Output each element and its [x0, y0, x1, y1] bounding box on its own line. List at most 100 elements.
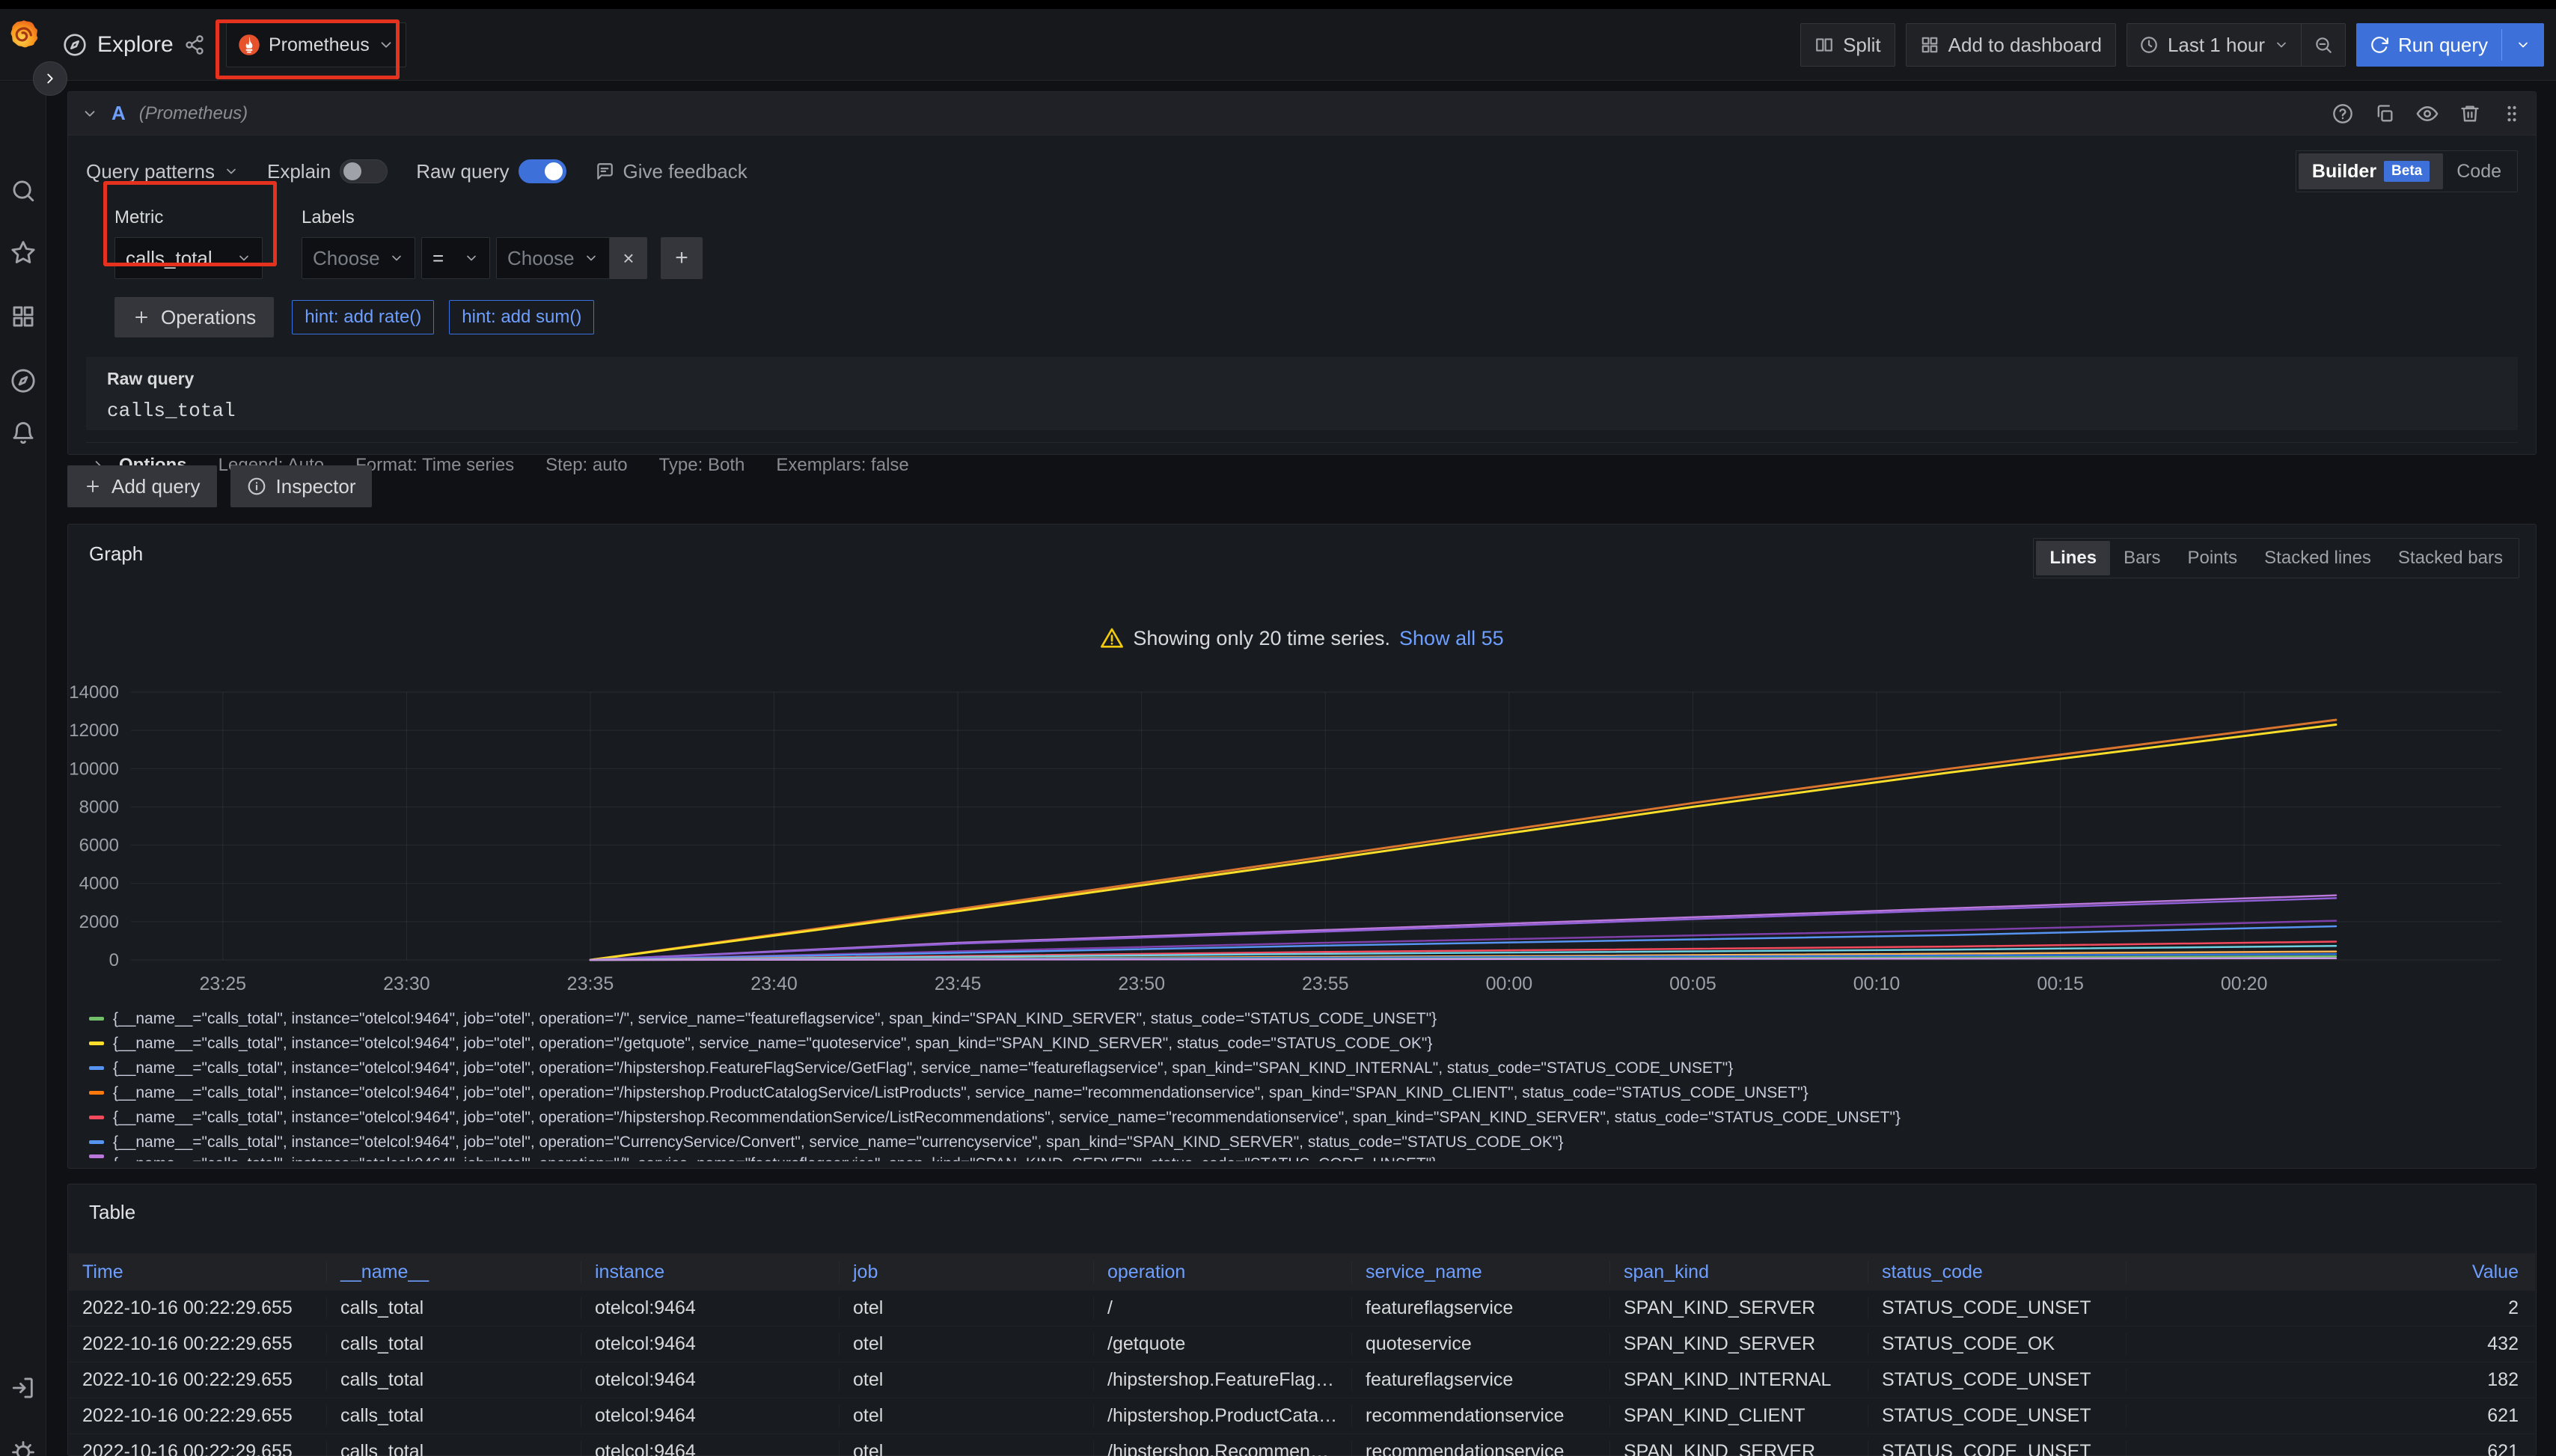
code-label: Code: [2456, 161, 2501, 183]
disable-query-eye-icon[interactable]: [2416, 103, 2439, 125]
table-cell: STATUS_CODE_UNSET: [1868, 1441, 2127, 1456]
add-operation-button[interactable]: Operations: [114, 297, 274, 337]
datasource-picker[interactable]: Prometheus: [226, 22, 406, 67]
legend-series-marker: [89, 1116, 104, 1119]
query-help-icon[interactable]: [2332, 103, 2353, 124]
legend-item[interactable]: {__name__="calls_total", instance="otelc…: [89, 1056, 2515, 1080]
duplicate-query-icon[interactable]: [2374, 103, 2395, 124]
table-row: 2022-10-16 00:22:29.655calls_totalotelco…: [69, 1327, 2535, 1362]
code-tab[interactable]: Code: [2443, 153, 2515, 189]
explore-compass-icon[interactable]: [10, 368, 36, 394]
table-column-header[interactable]: instance: [581, 1261, 840, 1283]
table-column-header[interactable]: span_kind: [1610, 1261, 1868, 1283]
give-feedback-link[interactable]: Give feedback: [595, 160, 747, 183]
collapse-chevron-icon[interactable]: [82, 105, 98, 122]
graph-mode-bars[interactable]: Bars: [2110, 541, 2174, 575]
clock-icon: [2139, 35, 2159, 55]
split-icon: [1814, 35, 1834, 55]
run-query-caret[interactable]: [2502, 23, 2544, 67]
graph-mode-lines[interactable]: Lines: [2036, 541, 2110, 575]
table-cell: STATUS_CODE_UNSET: [1868, 1405, 2127, 1427]
legend-item[interactable]: {__name__="calls_total", instance="otelc…: [89, 1080, 2515, 1105]
sidebar-expand-button[interactable]: [33, 61, 67, 96]
table-cell: SPAN_KIND_SERVER: [1610, 1441, 1868, 1456]
legend-item[interactable]: {__name__="calls_total", instance="otelc…: [89, 1154, 2515, 1161]
svg-text:00:15: 00:15: [2037, 973, 2084, 994]
svg-text:0: 0: [109, 950, 119, 970]
svg-text:23:55: 23:55: [1302, 973, 1349, 994]
dashboards-icon[interactable]: [10, 304, 36, 329]
delete-query-trash-icon[interactable]: [2459, 103, 2480, 124]
settings-gear-icon[interactable]: [10, 1440, 36, 1456]
metric-field: Metric calls_total: [114, 207, 263, 279]
add-label-filter-button[interactable]: +: [661, 237, 703, 279]
svg-text:00:10: 00:10: [1853, 973, 1901, 994]
inspector-button[interactable]: Inspector: [230, 465, 373, 507]
legend-series-label: {__name__="calls_total", instance="otelc…: [113, 1035, 1432, 1053]
run-query-button[interactable]: Run query: [2356, 23, 2544, 67]
table-column-header[interactable]: Value: [2127, 1261, 2535, 1283]
label-operator-select[interactable]: =: [421, 237, 490, 279]
run-query-main[interactable]: Run query: [2356, 23, 2501, 67]
beta-badge: Beta: [2384, 161, 2430, 182]
legend-item[interactable]: {__name__="calls_total", instance="otelc…: [89, 1031, 2515, 1056]
add-query-button[interactable]: Add query: [67, 465, 217, 507]
svg-text:00:00: 00:00: [1486, 973, 1533, 994]
table-cell: SPAN_KIND_INTERNAL: [1610, 1369, 1868, 1391]
legend-item[interactable]: {__name__="calls_total", instance="otelc…: [89, 1130, 2515, 1154]
svg-text:8000: 8000: [79, 797, 119, 817]
search-icon[interactable]: [10, 178, 36, 204]
query-hints: hint: add rate() hint: add sum(): [292, 300, 609, 334]
raw-query-expression: calls_total: [107, 400, 2497, 422]
builder-label: Builder: [2312, 161, 2376, 183]
split-button[interactable]: Split: [1800, 23, 1895, 67]
sign-in-icon[interactable]: [10, 1375, 36, 1401]
query-hint-button[interactable]: hint: add sum(): [449, 300, 594, 334]
zoom-out-time-button[interactable]: [2302, 24, 2345, 66]
time-range-button[interactable]: Last 1 hour: [2127, 24, 2301, 66]
graph-mode-points[interactable]: Points: [2174, 541, 2251, 575]
label-key-select[interactable]: Choose: [302, 237, 415, 279]
query-hint-button[interactable]: hint: add rate(): [292, 300, 434, 334]
svg-text:23:30: 23:30: [383, 973, 430, 994]
table-column-header[interactable]: __name__: [327, 1261, 581, 1283]
legend-item[interactable]: {__name__="calls_total", instance="otelc…: [89, 1006, 2515, 1031]
metric-select[interactable]: calls_total: [114, 237, 263, 279]
table-cell: /: [1094, 1297, 1352, 1319]
svg-text:23:50: 23:50: [1118, 973, 1165, 994]
star-icon[interactable]: [10, 239, 36, 265]
builder-tab[interactable]: Builder Beta: [2299, 153, 2443, 189]
metric-labels-row: Metric calls_total Labels Choose =: [114, 207, 2518, 279]
remove-label-filter-button[interactable]: ×: [610, 237, 647, 279]
option-summary-item: Step: auto: [545, 455, 627, 476]
table-column-header[interactable]: operation: [1094, 1261, 1352, 1283]
share-icon[interactable]: [184, 34, 205, 55]
table-cell: 182: [2127, 1369, 2535, 1391]
grafana-logo[interactable]: [7, 19, 41, 53]
table-column-header[interactable]: service_name: [1352, 1261, 1610, 1283]
svg-text:14000: 14000: [69, 682, 119, 703]
svg-text:23:45: 23:45: [935, 973, 982, 994]
add-to-dashboard-button[interactable]: Add to dashboard: [1906, 23, 2116, 67]
table-cell: /getquote: [1094, 1333, 1352, 1355]
query-datasource-hint: (Prometheus): [139, 103, 248, 124]
graph-mode-stacked-lines[interactable]: Stacked lines: [2251, 541, 2385, 575]
legend-item[interactable]: {__name__="calls_total", instance="otelc…: [89, 1105, 2515, 1130]
raw-query-toggle[interactable]: [519, 159, 566, 183]
table-column-header[interactable]: job: [840, 1261, 1094, 1283]
show-all-series-link[interactable]: Show all 55: [1399, 627, 1504, 650]
explain-toggle[interactable]: [340, 159, 388, 183]
graph-mode-stacked-bars[interactable]: Stacked bars: [2385, 541, 2516, 575]
breadcrumb: Explore: [63, 9, 205, 81]
time-series-chart[interactable]: 0200040006000800010000120001400023:2523:…: [68, 671, 2537, 1000]
alerting-bell-icon[interactable]: [10, 420, 36, 446]
table-column-header[interactable]: Time: [69, 1261, 327, 1283]
drag-handle-icon[interactable]: [2501, 103, 2522, 124]
table-column-header[interactable]: status_code: [1868, 1261, 2127, 1283]
label-value-select[interactable]: Choose: [496, 237, 610, 279]
query-patterns-dropdown[interactable]: Query patterns: [86, 160, 239, 183]
graph-panel: Graph LinesBarsPointsStacked linesStacke…: [67, 524, 2537, 1169]
table-cell: 2022-10-16 00:22:29.655: [69, 1441, 327, 1456]
query-row-header[interactable]: A (Prometheus): [68, 92, 2536, 135]
table-cell: /hipstershop.ProductCatalogS...: [1094, 1405, 1352, 1427]
